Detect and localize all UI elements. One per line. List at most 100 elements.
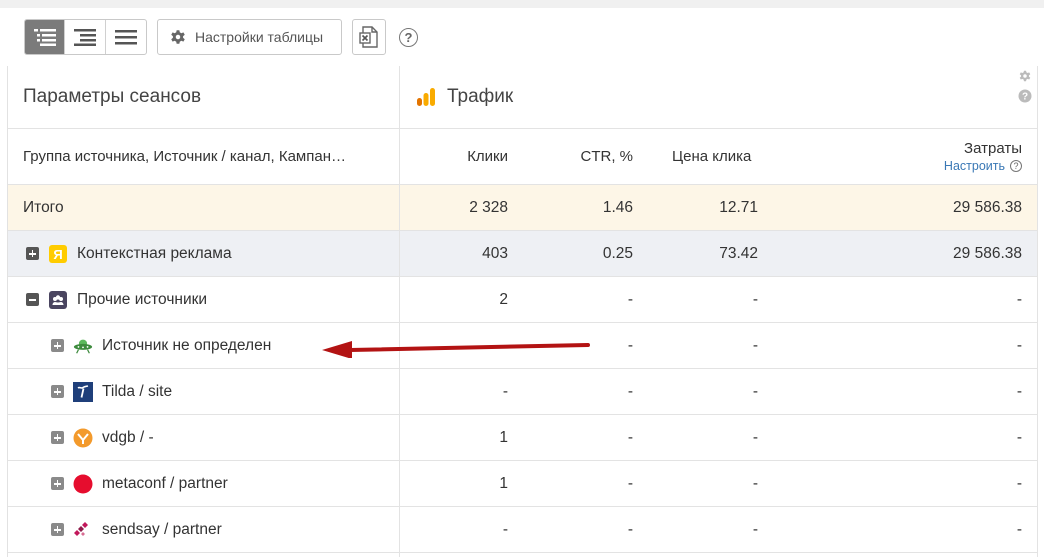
row-clicks: 403 bbox=[482, 244, 508, 262]
row-clicks: 1 bbox=[499, 428, 508, 446]
help-icon[interactable]: ? bbox=[399, 28, 418, 47]
right-tree-view-button[interactable] bbox=[65, 20, 106, 54]
tree-view-button[interactable] bbox=[25, 20, 66, 54]
row-label-cell: sendsay / partner bbox=[51, 507, 222, 552]
table-row[interactable]: Прочие источники 2 - - - bbox=[8, 277, 1044, 323]
row-cpc: - bbox=[752, 520, 758, 538]
row-clicks: - bbox=[502, 520, 508, 538]
ctr-header[interactable]: CTR, % bbox=[518, 129, 634, 184]
expand-toggle[interactable] bbox=[51, 431, 64, 444]
table-group-header: Параметры сеансов Трафик ? bbox=[8, 66, 1044, 129]
row-clicks: 1 bbox=[499, 474, 508, 492]
row-cpc: - bbox=[752, 382, 758, 400]
row-cost: - bbox=[1016, 520, 1022, 538]
table-settings-label: Настройки таблицы bbox=[195, 29, 324, 45]
row-label-cell: Источник не определен bbox=[51, 323, 271, 368]
column-gear-icon[interactable] bbox=[1018, 70, 1032, 84]
configure-label[interactable]: Настроить bbox=[944, 159, 1005, 173]
row-label-cell: metaconf / partner bbox=[51, 461, 228, 506]
session-params-title: Параметры сеансов bbox=[23, 86, 202, 107]
total-clicks: 2 328 bbox=[469, 198, 508, 216]
people-icon bbox=[48, 290, 68, 310]
excel-icon bbox=[359, 26, 378, 48]
table-settings-button[interactable]: Настройки таблицы bbox=[157, 19, 342, 55]
row-cpc: - bbox=[752, 428, 758, 446]
row-label: Контекстная реклама bbox=[77, 244, 232, 262]
row-label-cell: Я Контекстная реклама bbox=[26, 231, 232, 276]
clicks-header[interactable]: Клики bbox=[408, 129, 508, 184]
analytics-icon bbox=[417, 88, 435, 106]
row-clicks: 2 bbox=[499, 290, 508, 308]
table-column-header: Группа источника, Источник / канал, Камп… bbox=[8, 129, 1044, 185]
row-label: sendsay / partner bbox=[102, 520, 222, 538]
row-ctr: - bbox=[627, 290, 633, 308]
flat-view-button[interactable] bbox=[106, 20, 146, 54]
row-ctr: - bbox=[627, 382, 633, 400]
collapse-toggle[interactable] bbox=[26, 293, 39, 306]
cost-header-label[interactable]: Затраты bbox=[964, 140, 1022, 157]
total-row: Итого 2 328 1.46 12.71 29 586.38 bbox=[8, 185, 1044, 231]
row-cpc: - bbox=[752, 290, 758, 308]
table-row[interactable]: sendsay / partner - - - - bbox=[8, 507, 1044, 553]
cpc-header[interactable]: Цена клика bbox=[672, 129, 782, 184]
row-ctr: 0.25 bbox=[602, 244, 633, 262]
expand-toggle[interactable] bbox=[26, 247, 39, 260]
row-label: Прочие источники bbox=[77, 290, 208, 308]
row-cpc: - bbox=[752, 336, 758, 354]
export-excel-button[interactable] bbox=[352, 19, 386, 55]
row-label-cell: Tilda / site bbox=[51, 369, 172, 414]
right-indent-list-icon bbox=[74, 29, 97, 46]
row-cost: - bbox=[1016, 336, 1022, 354]
row-label-cell: vdgb / - bbox=[51, 415, 154, 460]
traffic-section-title: Трафик bbox=[416, 66, 513, 128]
svg-text:Я: Я bbox=[53, 247, 62, 262]
total-ctr: 1.46 bbox=[602, 198, 633, 216]
row-cpc: 73.42 bbox=[719, 244, 758, 262]
view-mode-group bbox=[24, 19, 147, 55]
cost-header: Затраты Настроить ? bbox=[848, 129, 1022, 184]
row-cost: - bbox=[1016, 382, 1022, 400]
expand-toggle[interactable] bbox=[51, 523, 64, 536]
row-cpc: - bbox=[752, 474, 758, 492]
row-cost: - bbox=[1016, 474, 1022, 492]
dimension-header[interactable]: Группа источника, Источник / канал, Камп… bbox=[23, 129, 346, 184]
tilda-icon bbox=[73, 381, 93, 402]
red-circle-icon bbox=[73, 474, 93, 494]
column-help-icon[interactable]: ? bbox=[1018, 89, 1032, 103]
annotation-arrow bbox=[322, 341, 590, 358]
configure-link[interactable]: Настроить ? bbox=[944, 159, 1022, 173]
row-label-cell: Прочие источники bbox=[26, 277, 207, 322]
row-label: metaconf / partner bbox=[102, 474, 228, 492]
ufo-icon bbox=[73, 336, 93, 356]
row-label: vdgb / - bbox=[102, 428, 154, 446]
row-clicks: - bbox=[502, 382, 508, 400]
total-cpc: 12.71 bbox=[719, 198, 758, 216]
row-label: Tilda / site bbox=[102, 382, 173, 400]
flat-list-icon bbox=[114, 30, 137, 45]
toolbar: Настройки таблицы ? bbox=[0, 8, 1044, 66]
configure-help-icon[interactable]: ? bbox=[1010, 160, 1022, 172]
yandex-icon: Я bbox=[48, 244, 68, 264]
table-row[interactable]: Я Контекстная реклама 403 0.25 73.42 29 … bbox=[8, 231, 1044, 277]
expand-toggle[interactable] bbox=[51, 477, 64, 490]
report-table: Параметры сеансов Трафик ? Группа источн… bbox=[7, 66, 1044, 557]
expand-toggle[interactable] bbox=[51, 339, 64, 352]
row-ctr: - bbox=[627, 428, 633, 446]
vdgb-icon bbox=[73, 428, 93, 448]
row-cost: - bbox=[1016, 428, 1022, 446]
row-cost: - bbox=[1016, 290, 1022, 308]
table-row-partial bbox=[8, 553, 1044, 557]
total-cost: 29 586.38 bbox=[953, 198, 1022, 216]
column-settings: ? bbox=[1018, 70, 1032, 108]
expand-toggle[interactable] bbox=[51, 385, 64, 398]
row-cost: 29 586.38 bbox=[953, 244, 1022, 262]
row-ctr: - bbox=[627, 520, 633, 538]
table-scroll-edge bbox=[1037, 66, 1044, 557]
sendsay-icon bbox=[73, 520, 93, 540]
table-row[interactable]: Tilda / site - - - - bbox=[8, 369, 1044, 415]
svg-text:?: ? bbox=[1022, 92, 1028, 103]
table-row[interactable]: vdgb / - 1 - - - bbox=[8, 415, 1044, 461]
table-row[interactable]: metaconf / partner 1 - - - bbox=[8, 461, 1044, 507]
total-label: Итого bbox=[23, 198, 64, 216]
row-label: Источник не определен bbox=[102, 336, 272, 354]
